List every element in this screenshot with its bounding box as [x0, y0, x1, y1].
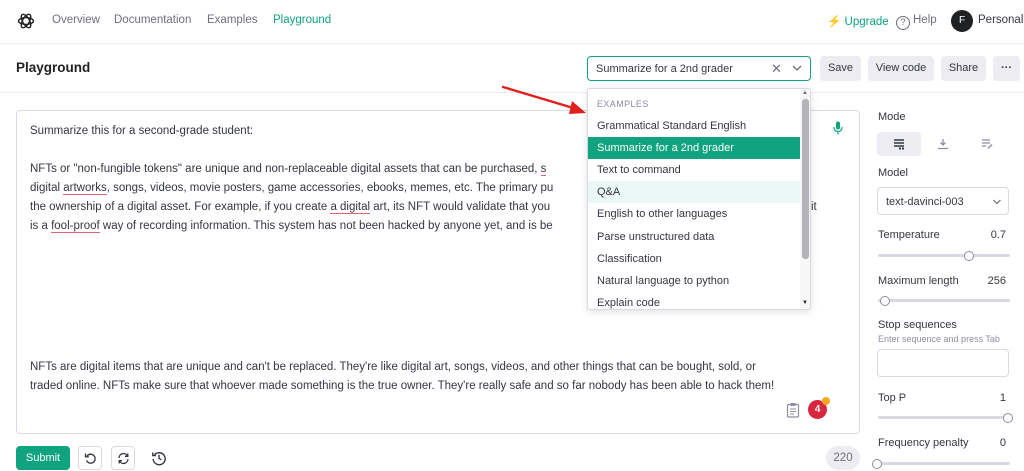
chevron-down-icon [993, 199, 1001, 205]
insert-mode-icon [938, 139, 948, 150]
dropdown-item[interactable]: Natural language to python [588, 270, 800, 292]
upgrade-label: Upgrade [844, 16, 889, 28]
history-icon[interactable] [151, 450, 167, 466]
prompt-line: the ownership of a digital asset. For ex… [30, 201, 551, 214]
frequency-penalty-label: Frequency penalty [878, 437, 969, 449]
mode-complete[interactable] [877, 132, 921, 156]
max-length-label: Maximum length [878, 275, 959, 287]
avatar[interactable]: F [951, 10, 973, 32]
dropdown-item[interactable]: Q&A [588, 181, 800, 203]
edit-mode-icon [982, 139, 993, 149]
chevron-down-icon[interactable] [791, 62, 803, 74]
nav-examples[interactable]: Examples [207, 14, 258, 26]
microphone-icon[interactable] [833, 121, 843, 135]
badge-dot [822, 397, 830, 405]
scrollbar-thumb[interactable] [802, 99, 809, 259]
more-button[interactable]: ··· [993, 56, 1020, 81]
complete-mode-icon [894, 139, 904, 150]
max-length-slider[interactable] [878, 299, 1010, 302]
top-p-thumb[interactable] [1003, 413, 1013, 423]
top-p-label: Top P [878, 392, 907, 404]
scroll-down-icon[interactable]: ▼ [802, 300, 808, 306]
model-select[interactable]: text-davinci-003 [877, 187, 1009, 215]
prompt-line: NFTs or "non-fungible tokens" are unique… [30, 163, 547, 176]
preset-dropdown[interactable]: EXAMPLES Grammatical Standard English Su… [587, 88, 811, 310]
submit-button[interactable]: Submit [16, 446, 70, 470]
dropdown-item[interactable]: Classification [588, 248, 800, 270]
share-button[interactable]: Share [941, 56, 986, 81]
clear-icon[interactable]: ✕ [771, 61, 782, 77]
preset-value: Summarize for a 2nd grader [596, 63, 733, 75]
prompt-line: digital artworks, songs, videos, movie p… [30, 182, 554, 195]
dropdown-item[interactable]: English to other languages [588, 203, 800, 225]
prompt-line: is a fool-proof way of recording informa… [30, 220, 553, 233]
temperature-thumb[interactable] [964, 251, 974, 261]
temperature-value: 0.7 [990, 229, 1006, 241]
top-p-value: 1 [999, 392, 1006, 404]
dropdown-item[interactable]: Grammatical Standard English [588, 115, 800, 137]
prompt-instruction: Summarize this for a second-grade studen… [30, 125, 254, 137]
nav-documentation[interactable]: Documentation [114, 14, 191, 26]
page-title: Playground [16, 60, 91, 75]
nav-playground[interactable]: Playground [273, 14, 331, 26]
dropdown-item[interactable]: Parse unstructured data [588, 226, 800, 248]
preset-select[interactable]: Summarize for a 2nd grader ✕ [587, 56, 811, 81]
max-length-thumb[interactable] [880, 296, 890, 306]
stop-sequences-input[interactable] [877, 349, 1009, 377]
question-icon: ? [896, 16, 910, 30]
refresh-icon [118, 452, 129, 465]
temperature-slider[interactable] [878, 254, 1010, 257]
frequency-penalty-slider[interactable] [878, 462, 1010, 465]
clipboard-icon[interactable] [786, 402, 800, 418]
model-value: text-davinci-003 [886, 196, 964, 208]
help-label: Help [913, 14, 937, 26]
token-count: 220 [826, 446, 860, 470]
openai-logo-icon[interactable] [16, 11, 36, 31]
undo-icon [84, 453, 96, 464]
dropdown-item-selected[interactable]: Summarize for a 2nd grader [588, 137, 800, 159]
model-label: Model [878, 167, 908, 179]
mode-edit[interactable] [965, 132, 1009, 156]
mode-label: Mode [878, 111, 906, 123]
stop-sequences-hint: Enter sequence and press Tab [878, 334, 1000, 344]
undo-button[interactable] [78, 446, 102, 470]
save-button[interactable]: Save [820, 56, 861, 81]
top-p-slider[interactable] [878, 416, 1010, 419]
max-length-value: 256 [987, 275, 1006, 287]
account-name[interactable]: Personal [978, 14, 1023, 26]
help-link[interactable]: ? Help [896, 14, 937, 30]
scroll-up-icon[interactable]: ▲ [802, 90, 808, 96]
frequency-penalty-thumb[interactable] [872, 459, 882, 469]
completion-line: NFTs are digital items that are unique a… [30, 361, 756, 373]
regenerate-button[interactable] [111, 446, 135, 470]
annotation-arrow [501, 85, 586, 114]
dropdown-item[interactable]: Text to command [588, 159, 800, 181]
dropdown-header: EXAMPLES [597, 99, 649, 109]
nav-overview[interactable]: Overview [52, 14, 100, 26]
frequency-penalty-value: 0 [999, 437, 1006, 449]
dropdown-item[interactable]: Explain code [588, 292, 800, 309]
upgrade-link[interactable]: ⚡ Upgrade [827, 14, 889, 28]
bolt-icon: ⚡ [827, 16, 842, 28]
completion-line: traded online. NFTs make sure that whoev… [30, 380, 775, 392]
view-code-button[interactable]: View code [868, 56, 934, 81]
prompt-line-tail: it [811, 201, 817, 213]
stop-sequences-label: Stop sequences [878, 319, 957, 331]
temperature-label: Temperature [878, 229, 940, 241]
top-nav: Overview Documentation Examples Playgrou… [0, 0, 1024, 44]
mode-insert[interactable] [921, 132, 965, 156]
